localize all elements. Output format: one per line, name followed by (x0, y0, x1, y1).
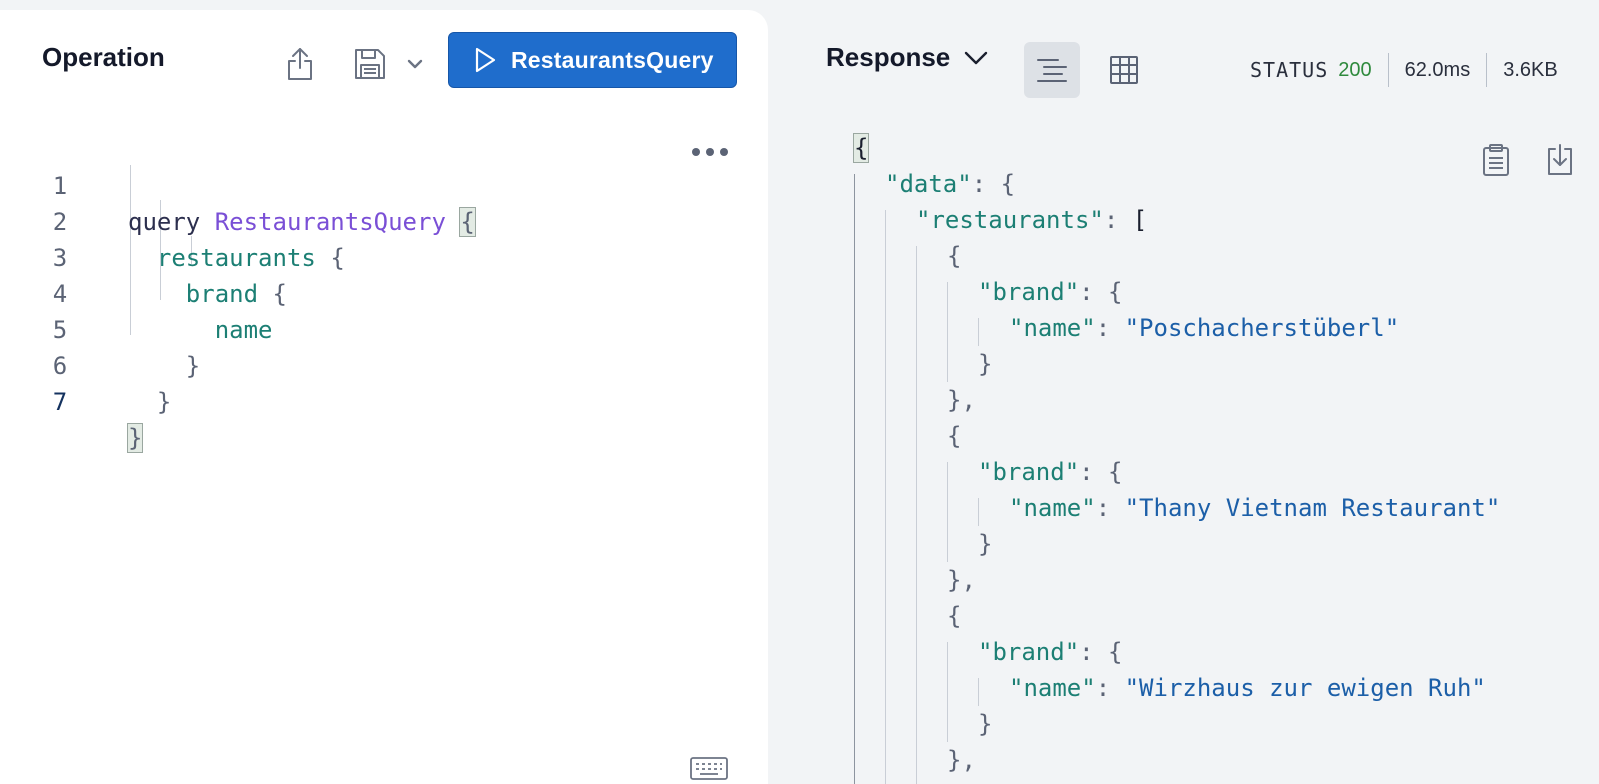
indent-guide (854, 174, 855, 784)
json-key-name: "name" (1009, 314, 1096, 342)
run-button-label: RestaurantsQuery (511, 46, 714, 73)
json-key-brand: "brand" (978, 278, 1080, 306)
share-icon (288, 48, 312, 80)
json-line: }, (947, 746, 976, 774)
response-time: 62.0ms (1404, 58, 1471, 81)
response-size: 3.6KB (1503, 58, 1558, 81)
operation-editor[interactable]: 1 query RestaurantsQuery { 2 restaurants… (0, 120, 768, 760)
close-brace: } (156, 388, 172, 416)
json-line: }, (947, 386, 976, 414)
json-line: { (852, 130, 870, 166)
json-open-brace: { (852, 133, 870, 163)
json-key-restaurants: "restaurants" (916, 206, 1104, 234)
json-key-brand: "brand" (978, 458, 1080, 486)
indent-guide (947, 462, 948, 562)
json-line: "name": "Wirzhaus zur ewigen Ruh" (1009, 674, 1486, 702)
text-view-button[interactable] (1024, 42, 1080, 98)
json-line: "brand": { (978, 458, 1123, 486)
json-line: }, (947, 566, 976, 594)
status-code: 200 (1338, 58, 1372, 81)
indent-guide (978, 498, 979, 526)
indent-guide (916, 246, 917, 784)
code-line: 6 } (0, 312, 700, 416)
divider (1387, 53, 1389, 87)
json-value-name: "Poschacherstüberl" (1124, 314, 1400, 342)
json-line: "name": "Thany Vietnam Restaurant" (1009, 494, 1501, 522)
more-options-button[interactable] (686, 140, 734, 164)
json-line: "brand": { (978, 278, 1123, 306)
share-button[interactable] (276, 40, 324, 88)
save-icon (355, 49, 385, 79)
chevron-down-icon (407, 59, 423, 69)
json-key-name: "name" (1009, 674, 1096, 702)
keyboard-icon (690, 757, 728, 780)
table-view-icon (1110, 56, 1138, 84)
keyboard-shortcuts-button[interactable] (690, 756, 730, 784)
json-line: "restaurants": [ (916, 206, 1148, 234)
json-line: { (947, 242, 962, 270)
chevron-down-icon (964, 51, 988, 65)
divider (1486, 53, 1488, 87)
json-line: "data": { (885, 170, 1016, 198)
indent-guide (885, 210, 886, 784)
status-label: STATUS (1250, 58, 1329, 82)
indent-guide (978, 318, 979, 346)
code-line: 1 query RestaurantsQuery { (0, 132, 700, 237)
json-value-name: "Wirzhaus zur ewigen Ruh" (1124, 674, 1486, 702)
save-options-button[interactable] (400, 46, 430, 82)
json-value-name: "Thany Vietnam Restaurant" (1124, 494, 1501, 522)
json-line: { (947, 602, 962, 630)
code-line: 3 brand { (0, 204, 700, 308)
run-query-button[interactable]: RestaurantsQuery (448, 32, 737, 88)
close-brace: } (126, 423, 144, 453)
save-button[interactable] (346, 40, 394, 88)
indent-guide (978, 678, 979, 706)
json-line: "name": "Poschacherstüberl" (1009, 314, 1400, 342)
play-icon (473, 47, 497, 73)
indent-guide (947, 282, 948, 382)
code-line: 4 name (0, 240, 700, 344)
json-line: { (947, 422, 962, 450)
code-line: 2 restaurants { (0, 168, 700, 272)
response-view-selector[interactable]: Response (826, 42, 988, 73)
json-line: } (978, 710, 993, 738)
operation-title: Operation (42, 42, 165, 72)
json-key-data: "data" (885, 170, 972, 198)
json-line: "brand": { (978, 638, 1123, 666)
code-line: 5 } (0, 276, 700, 380)
line-number: 7 (52, 388, 68, 416)
response-title: Response (826, 42, 951, 72)
more-icon (692, 148, 700, 156)
json-line: } (978, 530, 993, 558)
response-status-bar: STATUS 200 62.0ms 3.6KB (1250, 52, 1558, 88)
json-key-brand: "brand" (978, 638, 1080, 666)
code-line: 7 } (0, 348, 700, 453)
json-line: } (978, 350, 993, 378)
table-view-button[interactable] (1096, 42, 1152, 98)
text-view-icon (1037, 59, 1067, 82)
response-json-viewer[interactable]: { "data": { "restaurants": [ { "brand": … (826, 130, 1596, 784)
json-key-name: "name" (1009, 494, 1096, 522)
indent-guide (947, 642, 948, 742)
